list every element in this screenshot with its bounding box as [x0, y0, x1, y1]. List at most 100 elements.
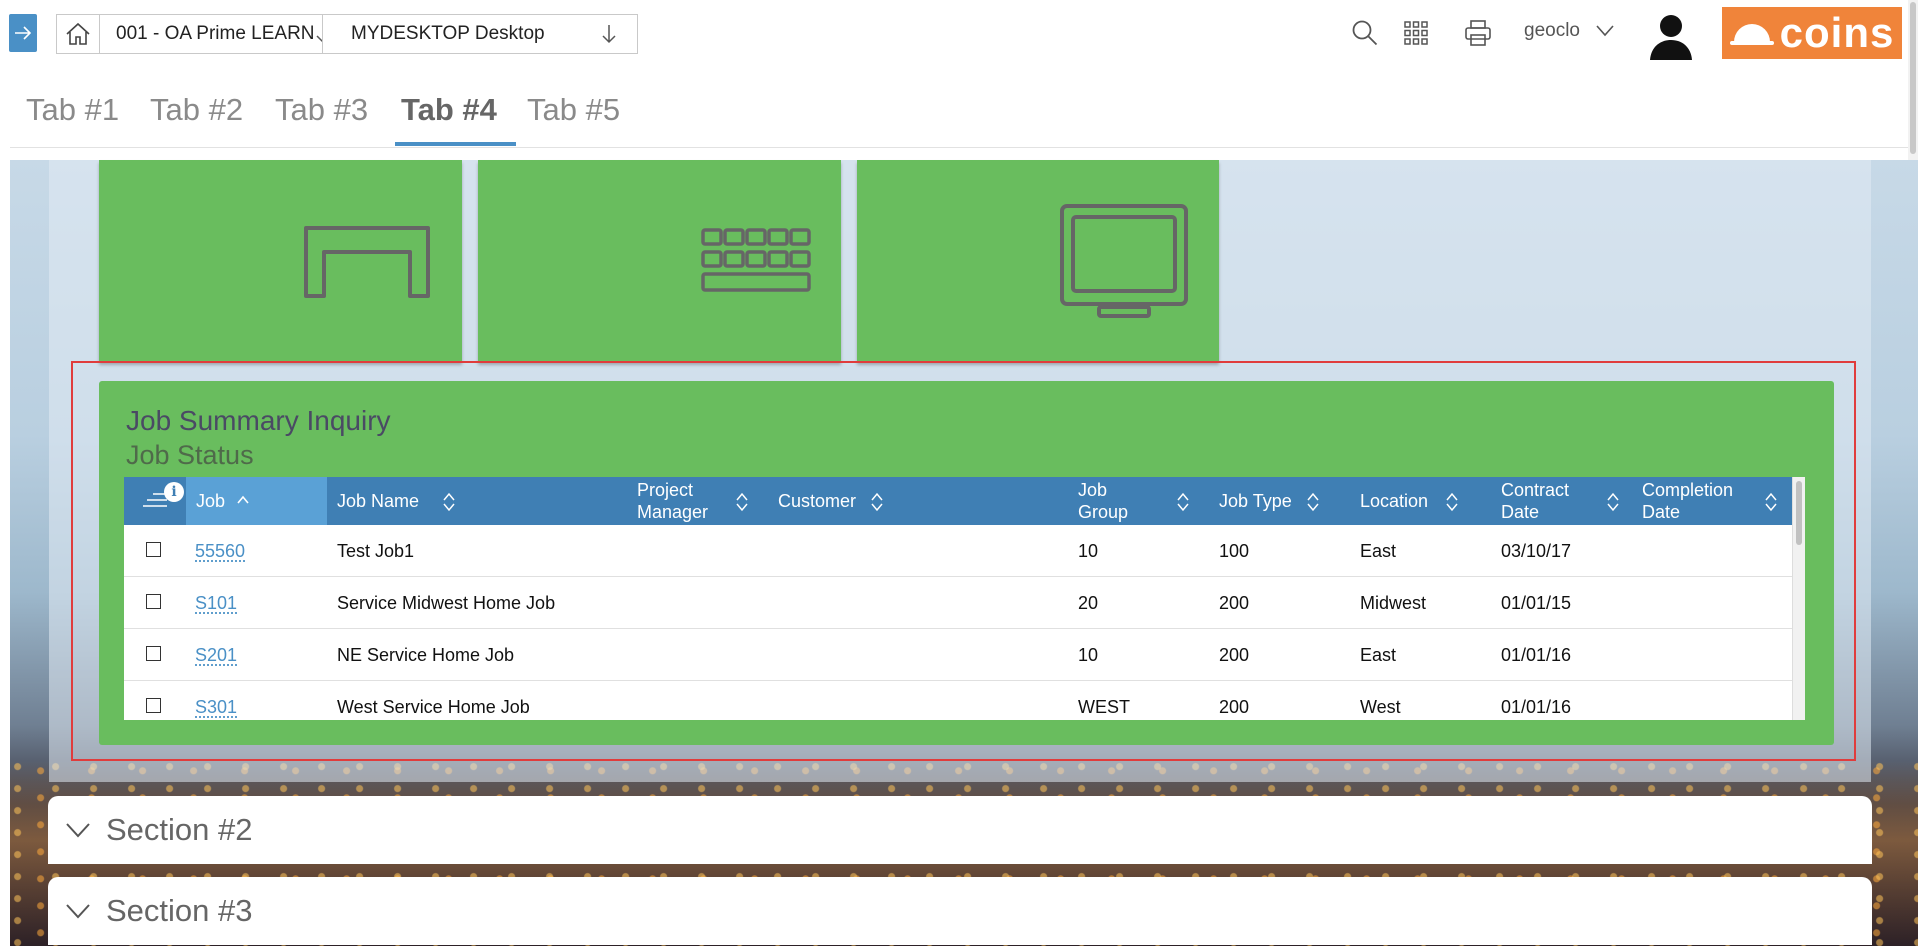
col-header-completion-date[interactable]: Completion Date [1642, 477, 1792, 525]
col-header-customer[interactable]: Customer [778, 477, 1078, 525]
top-bar: 001 - OA Prime LEARN MYDESKTOP Desktop g… [0, 0, 1918, 64]
apps-button[interactable] [1399, 16, 1433, 50]
job-type-cell: 200 [1219, 577, 1249, 629]
print-button[interactable] [1461, 16, 1495, 50]
sort-both-icon [870, 492, 884, 512]
desktop-label: MYDESKTOP Desktop [351, 23, 581, 45]
home-icon [65, 22, 91, 46]
desk-icon [302, 224, 432, 299]
contract-date-cell: 01/01/15 [1501, 577, 1571, 629]
job-type-cell: 200 [1219, 629, 1249, 681]
tab-3[interactable]: Tab #3 [275, 92, 368, 128]
user-silhouette-icon [1646, 10, 1696, 60]
job-type-cell: 100 [1219, 525, 1249, 577]
grid-scrollbar[interactable] [1792, 477, 1805, 720]
section-title: Section #3 [106, 893, 253, 929]
job-group-cell: 20 [1078, 577, 1098, 629]
apps-grid-icon [1403, 20, 1429, 46]
row-checkbox[interactable] [146, 542, 161, 557]
user-menu-chevron-icon[interactable] [1595, 18, 1615, 47]
breadcrumb: 001 - OA Prime LEARN MYDESKTOP Desktop [56, 14, 638, 54]
page-scroll-thumb[interactable] [1910, 2, 1916, 154]
job-name-cell: NE Service Home Job [337, 629, 514, 681]
col-header-job[interactable]: Job [186, 477, 327, 525]
job-group-cell: 10 [1078, 629, 1098, 681]
username-label[interactable]: geoclo [1524, 20, 1580, 42]
hard-hat-icon [1730, 20, 1774, 46]
sort-both-icon [1606, 492, 1620, 512]
job-link[interactable]: S201 [195, 645, 237, 666]
col-header-job-group[interactable]: Job Group [1078, 477, 1219, 525]
sidebar-toggle-button[interactable] [9, 14, 37, 52]
col-header-contract-date[interactable]: Contract Date [1501, 477, 1642, 525]
sort-ascending-icon [236, 492, 250, 510]
sort-both-icon [442, 492, 456, 512]
search-button[interactable] [1348, 16, 1382, 50]
job-group-cell: 10 [1078, 525, 1098, 577]
arrow-down-icon [581, 24, 637, 44]
tab-bar: Tab #1 Tab #2 Tab #3 Tab #4 Tab #5 [10, 70, 1918, 148]
search-icon [1351, 19, 1379, 47]
job-type-cell: 200 [1219, 681, 1249, 720]
home-button[interactable] [56, 14, 100, 54]
grid-header: i Job Job Name Project Manager Customer … [124, 477, 1805, 525]
monitor-icon [1059, 203, 1189, 319]
tab-4[interactable]: Tab #4 [401, 92, 497, 128]
col-header-job-name[interactable]: Job Name [337, 477, 637, 525]
col-header-project-manager[interactable]: Project Manager [637, 477, 778, 525]
coins-logo: coins [1722, 7, 1902, 59]
job-name-cell: West Service Home Job [337, 681, 530, 720]
row-checkbox[interactable] [146, 594, 161, 609]
sort-both-icon [1306, 492, 1320, 512]
desk-tile[interactable] [99, 160, 462, 362]
company-label: 001 - OA Prime LEARN [116, 23, 315, 45]
printer-icon [1464, 19, 1492, 47]
section-2-header[interactable]: Section #2 [48, 796, 1872, 864]
active-tab-indicator [395, 142, 516, 146]
sort-both-icon [1445, 492, 1459, 512]
tab-1[interactable]: Tab #1 [26, 92, 119, 128]
row-checkbox[interactable] [146, 646, 161, 661]
column-menu-button[interactable]: i [124, 477, 186, 525]
keyboard-tile[interactable] [478, 160, 841, 362]
location-cell: West [1360, 681, 1401, 720]
widget-title: Job Summary Inquiry [126, 405, 391, 437]
tab-5[interactable]: Tab #5 [527, 92, 620, 128]
grid-scroll-thumb[interactable] [1796, 481, 1802, 545]
section-title: Section #2 [106, 812, 253, 848]
tab-2[interactable]: Tab #2 [150, 92, 243, 128]
desktop-selector[interactable]: MYDESKTOP Desktop [322, 14, 638, 54]
info-icon[interactable]: i [164, 482, 184, 502]
arrow-right-icon [14, 25, 32, 41]
table-row[interactable]: S101 Service Midwest Home Job 20 200 Mid… [124, 577, 1792, 629]
sort-both-icon [735, 492, 749, 512]
contract-date-cell: 01/01/16 [1501, 629, 1571, 681]
table-row[interactable]: 55560 Test Job1 10 100 East 03/10/17 [124, 525, 1792, 577]
location-cell: East [1360, 525, 1396, 577]
location-cell: East [1360, 629, 1396, 681]
row-checkbox[interactable] [146, 698, 161, 713]
contract-date-cell: 03/10/17 [1501, 525, 1571, 577]
monitor-tile[interactable] [857, 160, 1219, 362]
page-scrollbar[interactable] [1908, 0, 1918, 160]
section-3-header[interactable]: Section #3 [48, 877, 1872, 945]
location-cell: Midwest [1360, 577, 1426, 629]
keyboard-icon [701, 228, 811, 294]
table-row[interactable]: S301 West Service Home Job WEST 200 West… [124, 681, 1792, 720]
job-link[interactable]: S301 [195, 697, 237, 718]
user-avatar[interactable] [1646, 10, 1696, 60]
job-link[interactable]: S101 [195, 593, 237, 614]
col-header-location[interactable]: Location [1360, 477, 1501, 525]
sort-both-icon [1176, 492, 1190, 512]
table-row[interactable]: S201 NE Service Home Job 10 200 East 01/… [124, 629, 1792, 681]
job-grid: i Job Job Name Project Manager Customer … [124, 477, 1805, 720]
contract-date-cell: 01/01/16 [1501, 681, 1571, 720]
sort-both-icon [1764, 492, 1778, 512]
company-selector[interactable]: 001 - OA Prime LEARN [99, 14, 323, 54]
chevron-down-icon [64, 818, 92, 842]
logo-text: coins [1780, 9, 1895, 57]
col-header-job-type[interactable]: Job Type [1219, 477, 1360, 525]
job-summary-widget: Job Summary Inquiry Job Status i Job Job… [99, 381, 1834, 745]
job-link[interactable]: 55560 [195, 541, 245, 562]
widget-subtitle: Job Status [126, 440, 254, 471]
